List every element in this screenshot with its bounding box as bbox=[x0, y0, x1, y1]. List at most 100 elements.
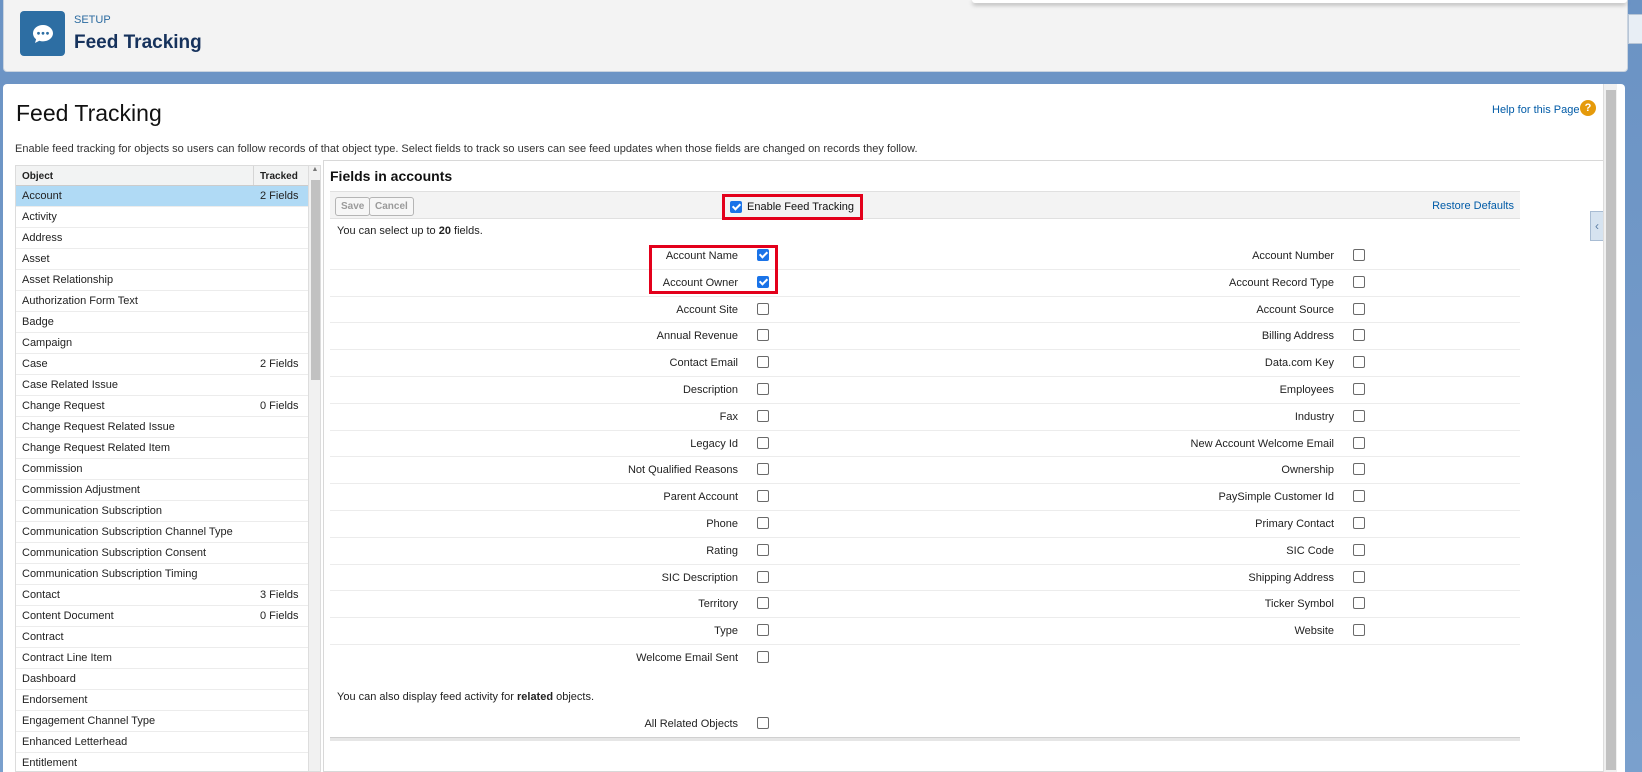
object-row[interactable]: Contact 3 Fields bbox=[16, 585, 308, 606]
object-row[interactable]: Commission Adjustment bbox=[16, 480, 308, 501]
object-row[interactable]: Change Request Related Issue bbox=[16, 417, 308, 438]
field-row: Type Website bbox=[330, 618, 1520, 645]
header-eyebrow: SETUP bbox=[74, 14, 111, 26]
field-checkbox[interactable] bbox=[757, 302, 769, 315]
object-list-header: Object Tracked bbox=[16, 166, 320, 186]
object-row[interactable]: Commission bbox=[16, 459, 308, 480]
field-checkbox[interactable] bbox=[757, 543, 769, 556]
object-tracked: 2 Fields bbox=[260, 358, 299, 370]
field-checkbox[interactable] bbox=[1353, 463, 1365, 476]
chat-bubble-icon bbox=[20, 11, 65, 56]
field-checkbox[interactable] bbox=[757, 597, 769, 610]
field-checkbox[interactable] bbox=[1353, 624, 1365, 637]
field-checkbox[interactable] bbox=[1353, 409, 1365, 422]
related-objects-text: You can also display feed activity for r… bbox=[337, 691, 594, 703]
page-scroll-thumb[interactable] bbox=[1606, 90, 1616, 770]
object-row[interactable]: Account 2 Fields bbox=[16, 186, 308, 207]
field-row: Account Name Account Number bbox=[330, 243, 1520, 270]
field-checkbox[interactable] bbox=[757, 249, 769, 261]
object-name: Communication Subscription Channel Type bbox=[22, 526, 233, 538]
object-row[interactable]: Engagement Channel Type bbox=[16, 711, 308, 732]
object-row[interactable]: Case 2 Fields bbox=[16, 354, 308, 375]
field-checkbox[interactable] bbox=[1353, 302, 1365, 315]
field-checkbox[interactable] bbox=[757, 329, 769, 342]
field-checkbox[interactable] bbox=[1353, 570, 1365, 583]
scroll-thumb[interactable] bbox=[311, 180, 320, 380]
field-checkbox[interactable] bbox=[757, 275, 769, 288]
object-row[interactable]: Asset Relationship bbox=[16, 270, 308, 291]
help-link[interactable]: Help for this Page bbox=[1492, 104, 1579, 116]
field-checkbox[interactable] bbox=[757, 650, 769, 663]
object-name: Asset bbox=[22, 253, 50, 265]
field-label: Account Owner bbox=[662, 276, 738, 289]
object-rows: Account 2 Fields Activity Address Asset Asset… bbox=[16, 186, 320, 771]
object-row[interactable]: Endorsement bbox=[16, 690, 308, 711]
object-row[interactable]: Address bbox=[16, 228, 308, 249]
field-checkbox[interactable] bbox=[757, 436, 769, 449]
object-row[interactable]: Dashboard bbox=[16, 669, 308, 690]
enable-feed-tracking[interactable]: Enable Feed Tracking bbox=[722, 194, 863, 220]
object-row[interactable]: Authorization Form Text bbox=[16, 291, 308, 312]
field-checkbox[interactable] bbox=[757, 516, 769, 529]
restore-defaults-link[interactable]: Restore Defaults bbox=[1432, 200, 1514, 212]
field-checkbox[interactable] bbox=[1353, 516, 1365, 529]
chevron-left-icon[interactable]: ‹ bbox=[1590, 211, 1603, 241]
object-row[interactable]: Contract bbox=[16, 627, 308, 648]
field-checkbox[interactable] bbox=[1353, 543, 1365, 556]
field-row: Contact Email Data.com Key bbox=[330, 350, 1520, 377]
field-checkbox[interactable] bbox=[1353, 382, 1365, 395]
object-tracked: 0 Fields bbox=[260, 400, 299, 412]
field-checkbox[interactable] bbox=[1353, 275, 1365, 288]
cancel-button[interactable]: Cancel bbox=[369, 197, 414, 216]
object-row[interactable]: Content Document 0 Fields bbox=[16, 606, 308, 627]
field-checkbox[interactable] bbox=[1353, 249, 1365, 261]
field-row: Description Employees bbox=[330, 377, 1520, 404]
col-tracked-header[interactable]: Tracked bbox=[254, 166, 308, 185]
field-checkbox[interactable] bbox=[757, 624, 769, 637]
object-row[interactable]: Campaign bbox=[16, 333, 308, 354]
field-label: Account Source bbox=[1256, 303, 1334, 316]
object-row[interactable]: Contract Line Item bbox=[16, 648, 308, 669]
field-checkbox[interactable] bbox=[1353, 436, 1365, 449]
object-row[interactable]: Change Request 0 Fields bbox=[16, 396, 308, 417]
field-checkbox[interactable] bbox=[757, 490, 769, 503]
field-checkbox[interactable] bbox=[757, 382, 769, 395]
question-icon[interactable]: ? bbox=[1580, 100, 1596, 116]
object-row[interactable]: Communication Subscription Consent bbox=[16, 543, 308, 564]
object-row[interactable]: Case Related Issue bbox=[16, 375, 308, 396]
object-row[interactable]: Asset bbox=[16, 249, 308, 270]
field-checkbox[interactable] bbox=[757, 409, 769, 422]
enable-feed-tracking-checkbox[interactable] bbox=[730, 201, 742, 213]
object-row[interactable]: Communication Subscription Timing bbox=[16, 564, 308, 585]
field-label: Welcome Email Sent bbox=[636, 651, 738, 664]
field-label: Not Qualified Reasons bbox=[627, 464, 738, 477]
object-row[interactable]: Entitlement bbox=[16, 753, 308, 771]
object-row[interactable]: Change Request Related Item bbox=[16, 438, 308, 459]
scroll-up-icon[interactable]: ▲ bbox=[309, 166, 320, 178]
side-panel-toggle-top[interactable] bbox=[1628, 14, 1642, 44]
object-list-scrollbar[interactable]: ▲ bbox=[308, 166, 320, 771]
col-object-header[interactable]: Object bbox=[16, 166, 254, 185]
page-scrollbar[interactable] bbox=[1603, 84, 1617, 772]
field-checkbox[interactable] bbox=[757, 356, 769, 369]
field-checkbox[interactable] bbox=[757, 463, 769, 476]
object-row[interactable]: Communication Subscription Channel Type bbox=[16, 522, 308, 543]
popup-edge bbox=[972, 0, 1627, 3]
field-label: Parent Account bbox=[663, 491, 738, 504]
object-row[interactable]: Communication Subscription bbox=[16, 501, 308, 522]
field-checkbox[interactable] bbox=[1353, 490, 1365, 503]
related-objects-checkbox[interactable] bbox=[757, 717, 769, 729]
object-row[interactable]: Enhanced Letterhead bbox=[16, 732, 308, 753]
save-button[interactable]: Save bbox=[335, 197, 371, 216]
field-checkbox[interactable] bbox=[757, 570, 769, 583]
field-checkbox[interactable] bbox=[1353, 329, 1365, 342]
object-name: Change Request Related Issue bbox=[22, 421, 175, 433]
field-checkbox[interactable] bbox=[1353, 356, 1365, 369]
field-checkbox[interactable] bbox=[1353, 597, 1365, 610]
limit-suffix: fields. bbox=[450, 225, 483, 237]
object-name: Contract bbox=[22, 631, 64, 643]
object-name: Entitlement bbox=[22, 757, 78, 769]
object-row[interactable]: Activity bbox=[16, 207, 308, 228]
object-row[interactable]: Badge bbox=[16, 312, 308, 333]
field-label: Account Record Type bbox=[1229, 276, 1334, 289]
